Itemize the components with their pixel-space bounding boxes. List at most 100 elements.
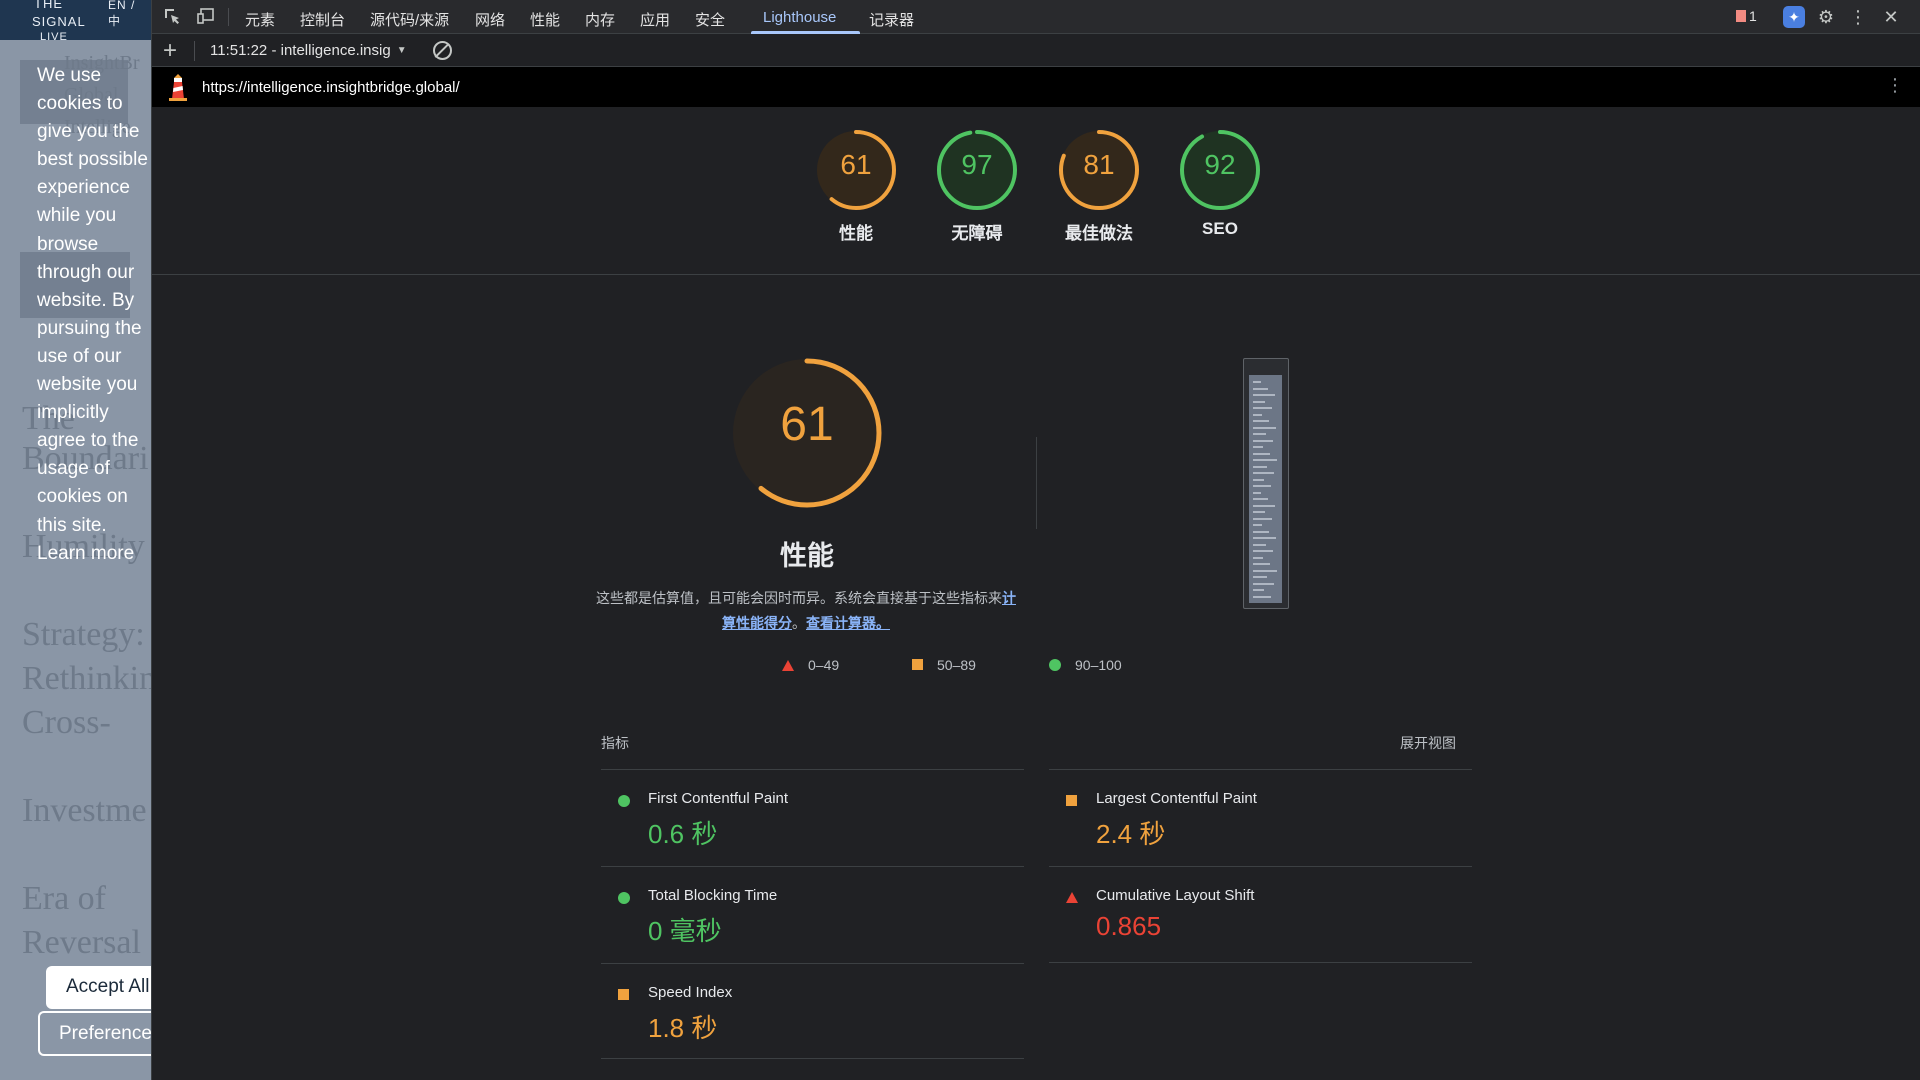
square-icon [618, 989, 629, 1000]
thumbnail-text-line [1253, 504, 1275, 507]
legend-average: 50–89 [912, 657, 976, 673]
metric-item: Total Blocking Time 0 毫秒 [601, 866, 1024, 963]
bg-text: Cross- [22, 704, 111, 741]
metric-item: Largest Contentful Paint 2.4 秒 [1049, 769, 1472, 866]
devtools-panel: 元素 控制台 源代码/来源 网络 性能 内存 应用 安全 Lighthouse … [151, 0, 1920, 1080]
metric-name: Speed Index [648, 984, 733, 1001]
close-icon[interactable]: ✕ [1880, 6, 1902, 28]
tab-sources[interactable]: 源代码/来源 [370, 9, 449, 30]
settings-gear-icon[interactable]: ⚙ [1815, 6, 1837, 28]
gauge-label: 最佳做法 [1065, 224, 1133, 243]
legend-good: 90–100 [1049, 657, 1122, 673]
thumbnail-text-line [1253, 413, 1262, 416]
metric-name: Largest Contentful Paint [1096, 790, 1257, 807]
gauge-performance[interactable]: 61 性能 [815, 129, 897, 244]
report-url[interactable]: https://intelligence.insightbridge.globa… [202, 79, 460, 96]
bg-text: Rethinkin [22, 660, 151, 697]
metric-name: First Contentful Paint [648, 790, 789, 807]
thumbnail-text-line [1253, 446, 1263, 448]
square-icon [912, 659, 923, 670]
triangle-icon [782, 660, 794, 671]
site-lang-switch[interactable]: EN / 中 [108, 0, 151, 29]
ai-assistance-icon[interactable]: ✦ [1783, 6, 1805, 28]
report-selector-label: 11:51:22 - intelligence.insig [210, 42, 391, 59]
thumbnail-text-line [1253, 517, 1272, 520]
metric-item: Speed Index 1.8 秒 [601, 963, 1024, 1060]
gauge-best-practices[interactable]: 81 最佳做法 [1058, 129, 1140, 244]
report-url-bar: https://intelligence.insightbridge.globa… [152, 67, 1920, 107]
performance-score: 61 [780, 398, 834, 451]
thumbnail-text-line [1253, 569, 1277, 572]
thumbnail-text-line [1253, 524, 1262, 526]
tab-recorder[interactable]: 记录器 [869, 9, 914, 30]
thumbnail-page [1249, 375, 1282, 603]
gauge-label: 性能 [839, 224, 873, 243]
thumbnail-text-line [1253, 563, 1270, 565]
thumbnail-text-line [1253, 407, 1272, 409]
site-topbar-the: THE [34, 0, 63, 11]
lighthouse-logo-icon [169, 74, 187, 101]
thumbnail-text-line [1253, 543, 1266, 546]
tab-console[interactable]: 控制台 [300, 9, 345, 30]
accept-all-button[interactable]: Accept All [46, 966, 151, 1009]
bg-text: Reversal [22, 924, 141, 961]
calculator-link[interactable]: 查看计算器。 [806, 615, 890, 631]
tab-performance[interactable]: 性能 [530, 9, 560, 30]
gauge-accessibility[interactable]: 97 无障碍 [936, 129, 1018, 244]
issues-badge[interactable]: 1 [1736, 8, 1757, 24]
more-options-icon[interactable]: ⋮ [1847, 6, 1869, 28]
tabbar-separator [228, 8, 229, 26]
tab-elements[interactable]: 元素 [245, 9, 275, 30]
toolbar-separator [194, 41, 195, 61]
thumbnail-text-line [1253, 472, 1274, 474]
cookie-text: We use cookies to give you the best poss… [37, 65, 148, 564]
lighthouse-toolbar: + 11:51:22 - intelligence.insig ▼ [152, 34, 1920, 67]
tab-security[interactable]: 安全 [695, 9, 725, 30]
metric-value: 2.4 秒 [1096, 819, 1166, 849]
site-topbar: THE SIGNAL EN / 中 LIVE [0, 0, 151, 43]
report-menu-icon[interactable]: ⋮ [1886, 75, 1904, 96]
clear-reports-icon[interactable] [433, 41, 452, 60]
desc-text: 这些都是估算值，且可能会因时而异。系统会直接基于这些指标来 [596, 590, 1002, 606]
thumbnail-text-line [1253, 511, 1265, 513]
metrics-header: 指标 展开视图 [601, 733, 1472, 753]
inspect-element-icon[interactable] [162, 7, 182, 27]
thumbnail-text-line [1253, 439, 1273, 442]
thumbnail-text-line [1253, 400, 1265, 403]
tab-lighthouse[interactable]: Lighthouse [763, 9, 836, 26]
issues-count: 1 [1749, 8, 1757, 24]
gauge-score: 92 [1204, 149, 1236, 180]
site-brand[interactable]: SIGNAL [32, 14, 86, 29]
device-toolbar-icon[interactable] [196, 7, 216, 27]
preferences-button[interactable]: Preferences [38, 1011, 151, 1056]
tab-network[interactable]: 网络 [475, 9, 505, 30]
gauge-score: 81 [1083, 149, 1115, 180]
bg-text: Era of [22, 880, 107, 917]
gauge-seo[interactable]: 92 SEO [1179, 129, 1261, 239]
gauge-label: SEO [1202, 219, 1238, 238]
legend-average-range: 50–89 [937, 657, 976, 673]
desc-text-2: 。 [792, 615, 806, 631]
expand-view-toggle[interactable]: 展开视图 [1400, 733, 1456, 753]
final-screenshot-thumbnail[interactable] [1243, 358, 1289, 609]
thumbnail-text-line [1253, 394, 1275, 396]
circle-icon [618, 795, 630, 807]
devtools-tabbar: 元素 控制台 源代码/来源 网络 性能 内存 应用 安全 Lighthouse … [152, 0, 1920, 34]
thumbnail-text-line [1253, 433, 1266, 435]
legend-good-range: 90–100 [1075, 657, 1122, 673]
thumbnail-text-line [1253, 387, 1268, 390]
thumbnail-text-line [1253, 589, 1264, 591]
metric-value: 0.865 [1096, 911, 1162, 941]
thumbnail-text-line [1253, 582, 1274, 585]
bg-text: Strategy: [22, 616, 145, 653]
report-selector[interactable]: 11:51:22 - intelligence.insig ▼ [210, 42, 407, 59]
thumbnail-text-line [1253, 459, 1277, 461]
tab-memory[interactable]: 内存 [585, 9, 615, 30]
tab-application[interactable]: 应用 [640, 9, 670, 30]
thumbnail-text-line [1253, 452, 1270, 455]
website-viewport: InsightBr Global Intellige The Boundari … [0, 0, 151, 1080]
performance-title: 性能 [780, 541, 834, 571]
metric-value: 0 毫秒 [648, 916, 722, 946]
new-report-icon[interactable]: + [163, 37, 177, 65]
thumbnail-text-line [1253, 381, 1261, 383]
